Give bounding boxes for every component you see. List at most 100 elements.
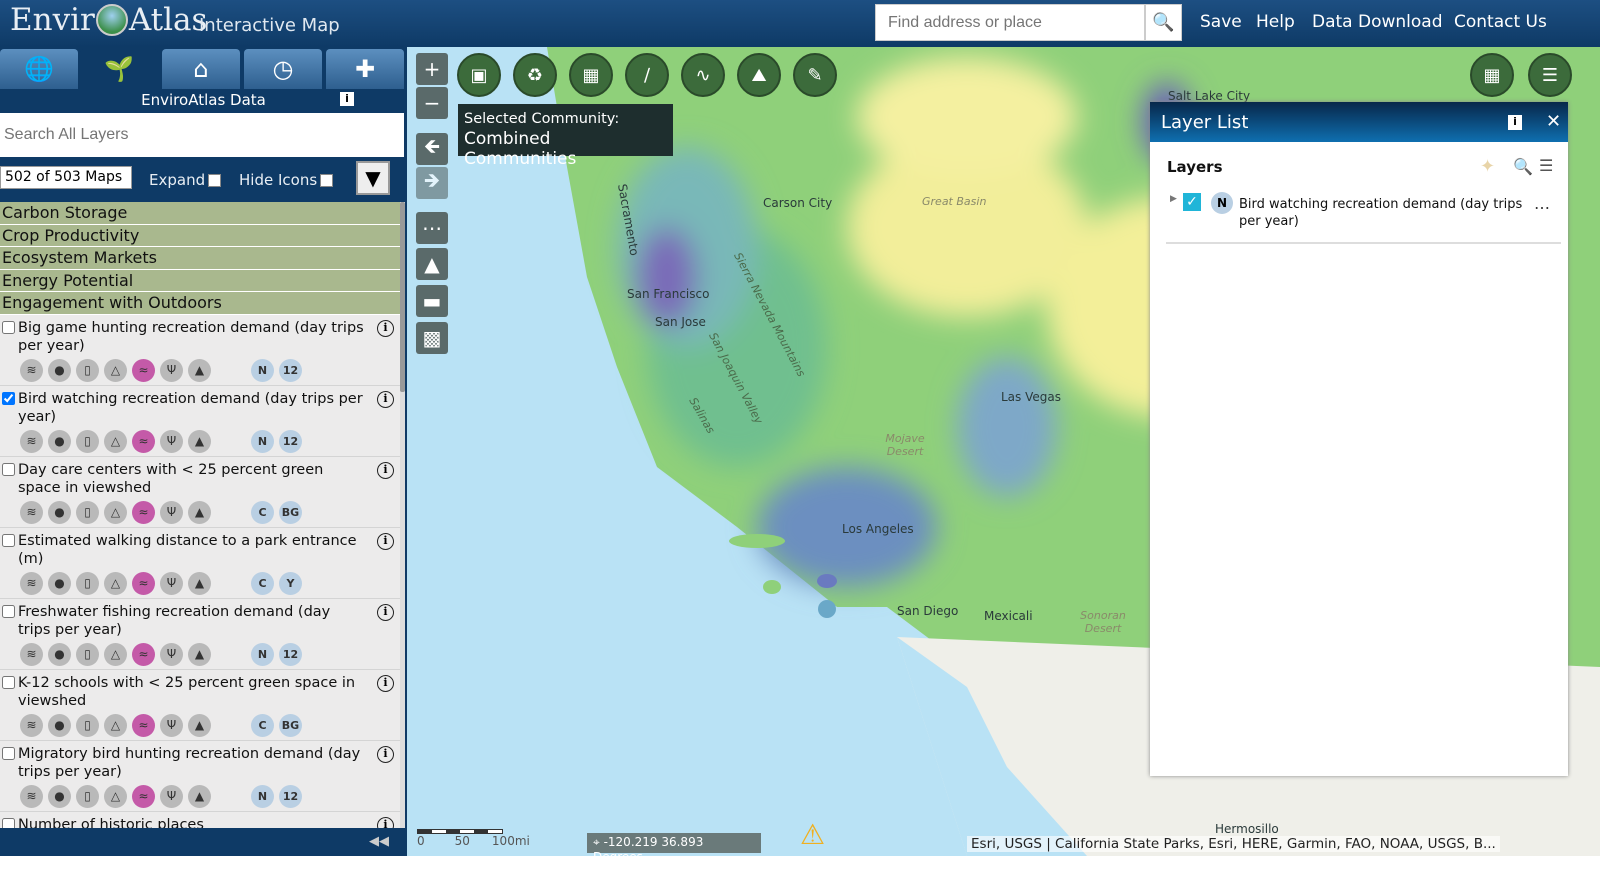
thermometer-icon[interactable]: ▯ — [76, 642, 99, 666]
zoom-out-button[interactable]: − — [416, 87, 448, 119]
layer-name[interactable]: K-12 schools with < 25 percent green spa… — [0, 674, 400, 710]
info-icon[interactable]: i — [377, 532, 394, 550]
chart-button[interactable]: ▦ — [569, 53, 613, 97]
wind-icon[interactable]: ≋ — [20, 713, 43, 737]
wind-icon[interactable]: ≋ — [20, 358, 43, 382]
corn-icon[interactable]: Ψ — [160, 500, 183, 524]
category-header[interactable]: Carbon Storage — [0, 202, 400, 225]
layer-checkbox[interactable] — [2, 604, 15, 618]
contact-us-link[interactable]: Contact Us — [1454, 12, 1547, 32]
layer-name[interactable]: Number of historic places — [0, 816, 400, 829]
widget-grid-button[interactable]: ▦ — [1470, 53, 1514, 97]
category-header[interactable]: Ecosystem Markets — [0, 247, 400, 270]
warning-icon[interactable]: ⚠ — [800, 818, 825, 851]
water-drop-icon[interactable]: ● — [48, 571, 71, 595]
zoom-in-button[interactable]: + — [416, 53, 448, 85]
alaska-extent-button[interactable]: ▲ — [416, 248, 448, 280]
tab-add-data[interactable]: 🌐 — [0, 49, 78, 89]
map-shape-icon[interactable]: ✦ — [1480, 156, 1495, 177]
swimmer-icon[interactable]: ≈ — [132, 784, 155, 808]
water-drop-icon[interactable]: ● — [48, 713, 71, 737]
layer-checkbox[interactable] — [2, 746, 15, 760]
turtle-icon[interactable]: ▲ — [188, 784, 211, 808]
corn-icon[interactable]: Ψ — [160, 358, 183, 382]
address-search-input[interactable] — [875, 4, 1145, 41]
layer-checkbox[interactable] — [2, 817, 15, 828]
info-icon[interactable]: i — [377, 603, 394, 621]
menu-icon[interactable]: ☰ — [1539, 156, 1553, 175]
fire-icon[interactable]: △ — [104, 429, 127, 453]
layer-name[interactable]: Estimated walking distance to a park ent… — [0, 532, 400, 568]
info-icon[interactable]: i — [340, 92, 354, 106]
us-extent-button[interactable]: ▩ — [416, 322, 448, 354]
toolbox-button[interactable]: ▣ — [457, 53, 501, 97]
draw-button[interactable]: ✎ — [793, 53, 837, 97]
scrollbar[interactable] — [400, 202, 405, 828]
wind-icon[interactable]: ≋ — [20, 500, 43, 524]
water-drop-icon[interactable]: ● — [48, 429, 71, 453]
turtle-icon[interactable]: ▲ — [188, 358, 211, 382]
fire-icon[interactable]: △ — [104, 358, 127, 382]
turtle-icon[interactable]: ▲ — [188, 429, 211, 453]
layer-visibility-checkbox[interactable]: ✓ — [1183, 193, 1201, 211]
water-drop-icon[interactable]: ● — [48, 500, 71, 524]
forward-extent-button[interactable]: 🡺 — [416, 167, 448, 199]
corn-icon[interactable]: Ψ — [160, 571, 183, 595]
info-icon[interactable]: i — [377, 319, 394, 337]
back-extent-button[interactable]: 🡸 — [416, 133, 448, 165]
thermometer-icon[interactable]: ▯ — [76, 571, 99, 595]
fire-icon[interactable]: △ — [104, 784, 127, 808]
swimmer-icon[interactable]: ≈ — [132, 713, 155, 737]
layer-search-input[interactable] — [0, 113, 404, 157]
turtle-icon[interactable]: ▲ — [188, 571, 211, 595]
hawaii-extent-button[interactable]: ⋯ — [416, 212, 448, 244]
expand-arrow-icon[interactable]: ▶ — [1170, 194, 1177, 204]
layer-checkbox[interactable] — [2, 391, 15, 405]
corn-icon[interactable]: Ψ — [160, 429, 183, 453]
search-icon[interactable]: 🔍 — [1513, 157, 1533, 176]
more-options-icon[interactable]: … — [1534, 194, 1550, 213]
thermometer-icon[interactable]: ▯ — [76, 784, 99, 808]
corn-icon[interactable]: Ψ — [160, 713, 183, 737]
swimmer-icon[interactable]: ≈ — [132, 358, 155, 382]
coordinate-readout[interactable]: ⌖ -120.219 36.893 Degrees — [587, 833, 761, 856]
tab-community[interactable]: ⌂ — [162, 49, 240, 89]
tab-add-map[interactable]: ✚ — [326, 49, 404, 89]
water-drop-icon[interactable]: ● — [48, 642, 71, 666]
route-button[interactable]: ∿ — [681, 53, 725, 97]
layer-name[interactable]: Big game hunting recreation demand (day … — [0, 319, 400, 355]
tab-enviroatlas-data[interactable]: 🌱 — [80, 49, 158, 89]
wind-icon[interactable]: ≋ — [20, 571, 43, 595]
layer-checkbox[interactable] — [2, 320, 15, 334]
hide-icons-checkbox[interactable]: Hide Icons — [239, 171, 334, 189]
community-button[interactable]: ♻ — [513, 53, 557, 97]
swimmer-icon[interactable]: ≈ — [132, 642, 155, 666]
layer-name[interactable]: Bird watching recreation demand (day tri… — [0, 390, 400, 426]
enviroatlas-logo[interactable]: Envir Atlas — [10, 2, 207, 38]
layer-checkbox[interactable] — [2, 675, 15, 689]
wind-icon[interactable]: ≋ — [20, 784, 43, 808]
thermometer-icon[interactable]: ▯ — [76, 358, 99, 382]
water-drop-icon[interactable]: ● — [48, 358, 71, 382]
thermometer-icon[interactable]: ▯ — [76, 713, 99, 737]
category-header[interactable]: Energy Potential — [0, 269, 400, 292]
category-header[interactable]: Crop Productivity — [0, 224, 400, 247]
layer-name[interactable]: Freshwater fishing recreation demand (da… — [0, 603, 400, 639]
elevation-profile-button[interactable]: ⛰ — [737, 53, 781, 97]
fire-icon[interactable]: △ — [104, 571, 127, 595]
wind-icon[interactable]: ≋ — [20, 642, 43, 666]
layer-checkbox[interactable] — [2, 462, 15, 476]
fire-icon[interactable]: △ — [104, 642, 127, 666]
layer-name[interactable]: Day care centers with < 25 percent green… — [0, 461, 400, 497]
wind-icon[interactable]: ≋ — [20, 429, 43, 453]
swimmer-icon[interactable]: ≈ — [132, 571, 155, 595]
turtle-icon[interactable]: ▲ — [188, 500, 211, 524]
turtle-icon[interactable]: ▲ — [188, 642, 211, 666]
info-icon[interactable]: i — [1508, 115, 1522, 130]
thermometer-icon[interactable]: ▯ — [76, 429, 99, 453]
collapse-panel-button[interactable]: ◀◀ — [0, 828, 407, 856]
tab-history[interactable]: ◷ — [244, 49, 322, 89]
search-button[interactable]: 🔍 — [1145, 4, 1182, 41]
layer-checkbox[interactable] — [2, 533, 15, 547]
info-icon[interactable]: i — [377, 745, 394, 763]
